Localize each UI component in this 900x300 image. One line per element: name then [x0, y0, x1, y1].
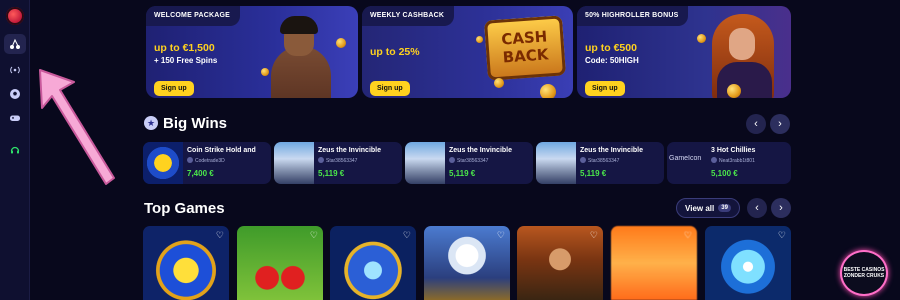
sign-up-button[interactable]: Sign up — [154, 81, 194, 96]
promo-banner-welcome[interactable]: WELCOME PACKAGE up to €1,500 + 150 Free … — [146, 6, 358, 98]
big-win-card[interactable]: Zeus the Invincible Star38563347 5,119 € — [274, 142, 402, 184]
promo-label: WEEKLY CASHBACK — [362, 6, 455, 26]
coin-icon — [476, 36, 483, 43]
user-avatar-icon — [449, 157, 455, 163]
brand-logo[interactable] — [6, 7, 24, 25]
sidebar-item-support[interactable] — [4, 140, 26, 160]
highroller-dress — [717, 62, 772, 98]
coin-icon — [261, 68, 269, 76]
win-amount: 5,119 € — [449, 169, 476, 178]
user-avatar-icon — [318, 157, 324, 163]
game-thumbnail — [274, 142, 314, 184]
win-username: Star38563347 — [457, 158, 489, 164]
star-icon: ★ — [144, 116, 158, 130]
heart-icon[interactable]: ♡ — [216, 230, 224, 241]
game-thumbnail — [536, 142, 576, 184]
view-all-label: View all — [685, 203, 715, 213]
sidebar-item-sports[interactable] — [4, 84, 26, 104]
win-amount: 5,100 € — [711, 169, 738, 178]
win-username: Codetrade3D — [195, 158, 225, 164]
big-win-card[interactable]: Zeus the Invincible Star38563347 5,119 € — [536, 142, 664, 184]
game-card[interactable]: ♡ — [424, 226, 510, 300]
chevron-left-icon: ‹ — [754, 118, 758, 130]
cashback-illustration: CASH BACK — [484, 15, 566, 81]
game-card[interactable]: ♡ — [330, 226, 416, 300]
top-games-title: Top Games — [144, 200, 225, 217]
view-all-button[interactable]: View all 39 — [676, 198, 740, 218]
cherries-icon — [10, 38, 20, 49]
win-username: Star38563347 — [588, 158, 620, 164]
win-game-title: Zeus the Invincible — [449, 147, 513, 154]
live-signal-icon — [10, 66, 20, 74]
pharaoh-hair — [280, 16, 318, 34]
gamepad-icon — [10, 115, 20, 121]
game-card[interactable]: ♡ — [237, 226, 323, 300]
beste-casinos-badge[interactable]: BESTE CASINOS ZONDER CRUKS — [840, 250, 888, 296]
chevron-right-icon: › — [779, 202, 783, 214]
top-games-next-button[interactable]: › — [771, 198, 791, 218]
big-wins-next-button[interactable]: › — [770, 114, 790, 134]
user-avatar-icon — [580, 157, 586, 163]
win-game-title: 3 Hot Chillies — [711, 147, 756, 154]
sidebar-item-casino[interactable] — [4, 34, 26, 54]
sign-up-button[interactable]: Sign up — [370, 81, 410, 96]
promo-amount: up to €1,500 — [154, 42, 215, 54]
big-win-card[interactable]: Coin Strike Hold and Codetrade3D 7,400 € — [143, 142, 271, 184]
promo-subtitle: + 150 Free Spins — [154, 56, 218, 65]
big-win-card[interactable]: Zeus the Invincible Star38563347 5,119 € — [405, 142, 533, 184]
win-game-title: Zeus the Invincible — [318, 147, 382, 154]
heart-icon[interactable]: ♡ — [590, 230, 598, 241]
sidebar — [0, 0, 30, 300]
heart-icon[interactable]: ♡ — [310, 230, 318, 241]
coin-icon — [697, 34, 706, 43]
chevron-left-icon: ‹ — [755, 202, 759, 214]
win-game-title: Zeus the Invincible — [580, 147, 644, 154]
big-win-card[interactable]: GameIcon 3 Hot Chillies Neat3rabb1t801 5… — [667, 142, 791, 184]
win-username: Star38563347 — [326, 158, 358, 164]
game-card[interactable]: ♡ — [611, 226, 697, 300]
win-amount: 5,119 € — [580, 169, 607, 178]
highroller-face — [729, 28, 755, 60]
soccer-ball-icon — [10, 89, 20, 99]
heart-icon[interactable]: ♡ — [403, 230, 411, 241]
badge-line-2: ZONDER CRUKS — [843, 273, 885, 279]
support-headset-icon — [10, 146, 20, 154]
games-count-badge: 39 — [718, 204, 731, 212]
sign-up-button[interactable]: Sign up — [585, 81, 625, 96]
promo-banner-highroller[interactable]: 50% HIGHROLLER BONUS up to €500 Code: 50… — [577, 6, 791, 98]
game-thumbnail — [143, 142, 183, 184]
game-card[interactable]: ♡ — [143, 226, 229, 300]
big-wins-title: Big Wins — [163, 115, 228, 132]
promo-label: 50% HIGHROLLER BONUS — [577, 6, 689, 26]
heart-icon[interactable]: ♡ — [497, 230, 505, 241]
promo-subtitle: Code: 50HIGH — [585, 56, 639, 65]
win-username: Neat3rabb1t801 — [719, 158, 755, 164]
heart-icon[interactable]: ♡ — [778, 230, 786, 241]
broken-image-alt-text: GameIcon — [669, 155, 702, 162]
win-amount: 7,400 € — [187, 169, 214, 178]
user-avatar-icon — [187, 157, 193, 163]
win-amount: 5,119 € — [318, 169, 345, 178]
game-thumbnail — [405, 142, 445, 184]
big-wins-prev-button[interactable]: ‹ — [746, 114, 766, 134]
coin-icon — [727, 84, 741, 98]
annotation-arrow-icon — [39, 69, 115, 185]
coin-icon — [494, 78, 504, 88]
heart-icon[interactable]: ♡ — [684, 230, 692, 241]
coin-icon — [336, 38, 346, 48]
promo-amount: up to €500 — [585, 42, 637, 54]
promo-amount: up to 25% — [370, 46, 420, 58]
top-games-prev-button[interactable]: ‹ — [747, 198, 767, 218]
sidebar-item-games[interactable] — [4, 108, 26, 128]
win-game-title: Coin Strike Hold and — [187, 147, 256, 154]
user-avatar-icon — [711, 157, 717, 163]
coin-icon — [540, 84, 556, 98]
chevron-right-icon: › — [778, 118, 782, 130]
game-card[interactable]: ♡ — [705, 226, 791, 300]
sidebar-item-live[interactable] — [4, 60, 26, 80]
promo-label: WELCOME PACKAGE — [146, 6, 240, 26]
game-card[interactable]: ♡ — [517, 226, 603, 300]
promo-banner-cashback[interactable]: CASH BACK WEEKLY CASHBACK up to 25% Sign… — [362, 6, 573, 98]
